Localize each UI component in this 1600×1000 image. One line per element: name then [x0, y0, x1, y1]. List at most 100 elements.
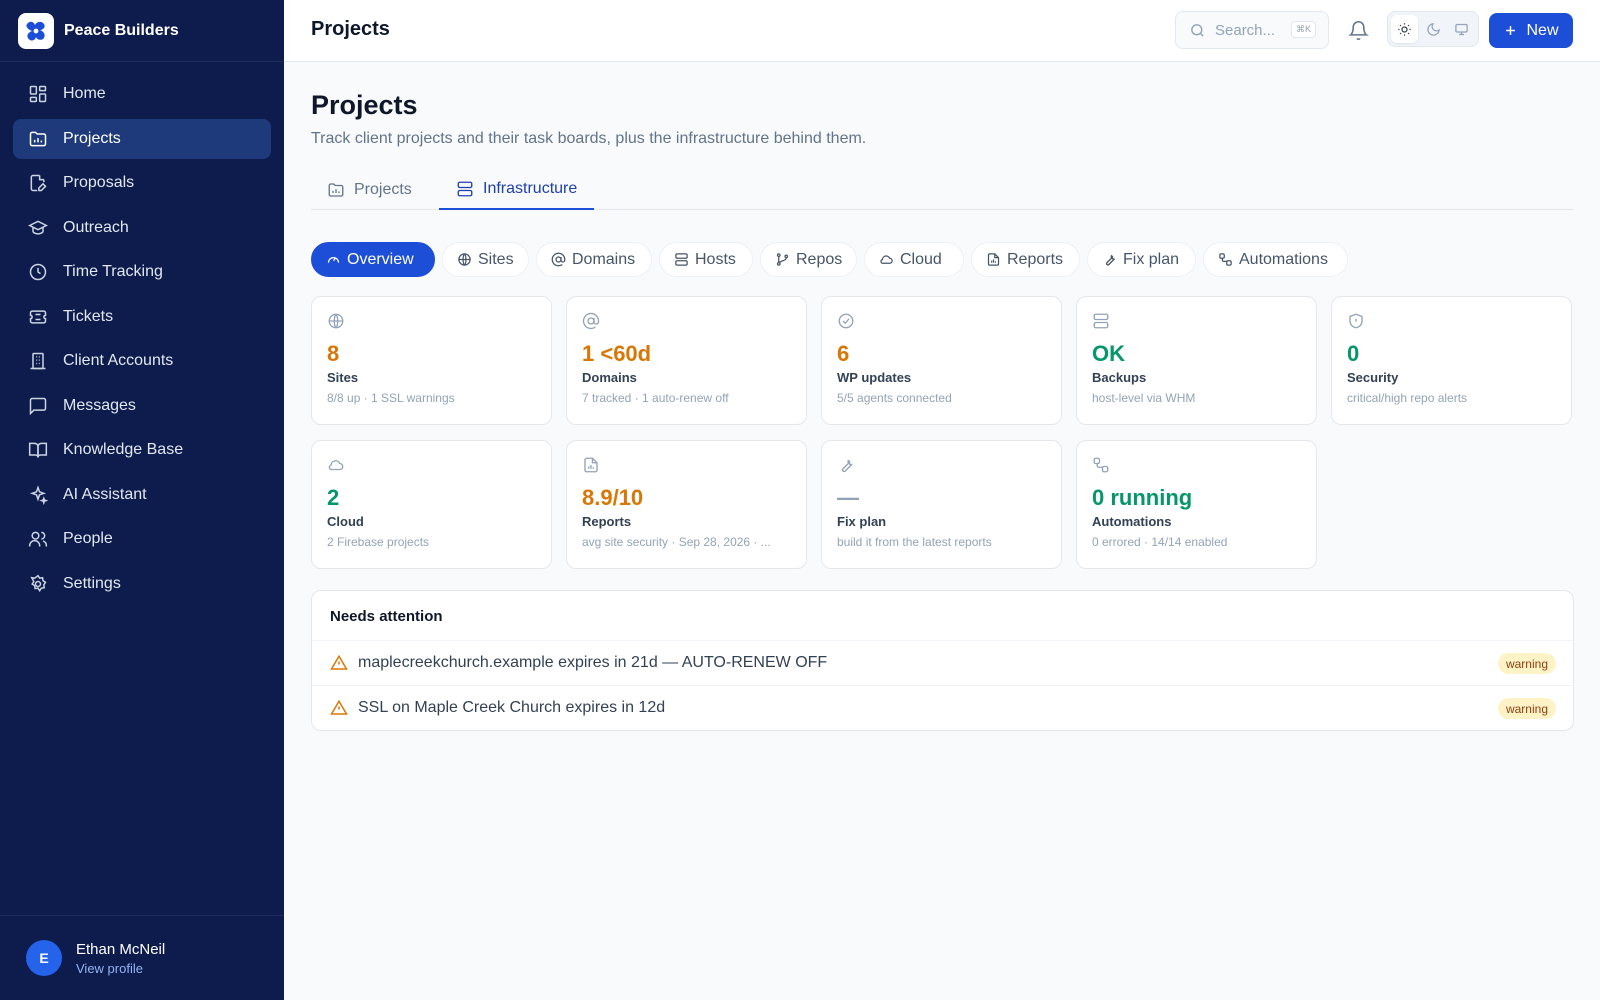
stat-card-cloud[interactable]: 2 Cloud 2 Firebase projects [311, 440, 552, 569]
page-description: Track client projects and their task boa… [311, 130, 867, 147]
new-button[interactable]: New [1489, 13, 1573, 48]
bell-icon[interactable] [1348, 20, 1369, 41]
cloud-icon [879, 252, 894, 267]
monitor-icon[interactable] [1448, 15, 1475, 43]
sidebar-item-label: Projects [63, 129, 121, 147]
sidebar-item-time-tracking[interactable]: Time Tracking [13, 252, 271, 292]
pill-hosts[interactable]: Hosts [659, 242, 753, 277]
cloud-icon [327, 456, 345, 474]
sidebar-item-projects[interactable]: Projects [13, 118, 271, 159]
book-open-icon [27, 439, 49, 461]
pill-sites[interactable]: Sites [442, 242, 529, 277]
stat-card-reports[interactable]: 8.9/10 Reports avg site security · Sep 2… [566, 440, 807, 569]
view-profile-link[interactable]: View profile [76, 961, 165, 976]
sidebar-item-messages[interactable]: Messages [13, 386, 271, 426]
server-icon [1092, 312, 1110, 330]
file-chart-icon [582, 456, 600, 474]
pill-reports[interactable]: Reports [971, 242, 1080, 277]
pill-overview[interactable]: Overview [311, 242, 435, 277]
brand[interactable]: Peace Builders [0, 0, 284, 62]
card-subtext: 2 Firebase projects [327, 535, 430, 549]
card-label: Backups [1092, 370, 1147, 385]
profile-name: Ethan McNeil [76, 940, 166, 958]
card-value: 0 [1347, 341, 1360, 366]
sidebar-item-home[interactable]: Home [13, 74, 271, 114]
wrench-icon [837, 456, 855, 474]
warning-icon [330, 654, 348, 672]
needs-attention-panel: Needs attention maplecreekchurch.example… [311, 590, 1574, 731]
git-branch-icon [775, 252, 790, 267]
tab-projects[interactable]: Projects [327, 170, 412, 210]
gear-icon [27, 573, 49, 595]
card-subtext: 0 errored · 14/14 enabled [1092, 535, 1228, 549]
user-profile[interactable]: E Ethan McNeil View profile [0, 915, 284, 1000]
building-icon [27, 350, 49, 372]
file-pen-icon [27, 172, 49, 194]
pill-fix-plan[interactable]: Fix plan [1087, 242, 1196, 277]
folder-chart-icon [27, 128, 49, 150]
stat-card-fix-plan[interactable]: — Fix plan build it from the latest repo… [821, 440, 1062, 569]
search-placeholder: Search... [1215, 21, 1276, 39]
profile-text: Ethan McNeil View profile [76, 941, 165, 976]
pill-label: Hosts [695, 250, 736, 268]
sidebar-item-tickets[interactable]: Tickets [13, 297, 271, 337]
card-value: 6 [837, 341, 850, 366]
stat-card-wp-updates[interactable]: 6 WP updates 5/5 agents connected [821, 296, 1062, 425]
sun-icon[interactable] [1391, 15, 1418, 43]
pill-repos[interactable]: Repos [760, 242, 857, 277]
avatar: E [26, 940, 62, 976]
sidebar-item-outreach[interactable]: Outreach [13, 208, 271, 248]
card-value: 8 [327, 341, 340, 366]
sidebar-item-knowledge-base[interactable]: Knowledge Base [13, 430, 271, 470]
card-value: 2 [327, 485, 340, 510]
moon-icon[interactable] [1420, 15, 1447, 43]
card-label: WP updates [837, 370, 912, 385]
sidebar-item-label: Time Tracking [63, 263, 163, 280]
server-icon [456, 180, 474, 198]
pill-cloud[interactable]: Cloud [864, 242, 964, 277]
stat-card-domains[interactable]: 1 <60d Domains 7 tracked · 1 auto-renew … [566, 296, 807, 425]
list-item[interactable]: maplecreekchurch.example expires in 21d … [312, 640, 1573, 685]
card-subtext: 8/8 up · 1 SSL warnings [327, 391, 455, 405]
card-label: Security [1347, 370, 1399, 385]
sidebar-item-label: AI Assistant [63, 485, 147, 503]
list-item[interactable]: SSL on Maple Creek Church expires in 12d… [312, 685, 1573, 730]
server-icon [674, 252, 689, 267]
card-subtext: 5/5 agents connected [837, 391, 952, 405]
card-label: Cloud [327, 514, 364, 529]
pill-label: Reports [1007, 250, 1064, 268]
card-label: Reports [582, 514, 632, 529]
stat-card-security[interactable]: 0 Security critical/high repo alerts [1331, 296, 1572, 425]
stat-card-sites[interactable]: 8 Sites 8/8 up · 1 SSL warnings [311, 296, 552, 425]
sidebar-item-settings[interactable]: Settings [13, 564, 271, 604]
search-input[interactable]: Search... ⌘K [1175, 11, 1329, 49]
sparkles-icon [27, 484, 49, 506]
card-label: Domains [582, 370, 637, 385]
stat-card-backups[interactable]: OK Backups host-level via WHM [1076, 296, 1317, 425]
brand-logo-icon [18, 12, 54, 49]
new-button-label: New [1526, 21, 1559, 39]
gauge-icon [326, 252, 341, 267]
card-label: Fix plan [837, 514, 887, 529]
attention-text: maplecreekchurch.example expires in 21d … [358, 654, 828, 671]
pill-domains[interactable]: Domains [536, 242, 652, 277]
card-value: — [837, 485, 859, 510]
sidebar-item-client-accounts[interactable]: Client Accounts [13, 341, 271, 381]
sidebar-item-ai-assistant[interactable]: AI Assistant [13, 475, 271, 515]
tab-label: Projects [354, 181, 412, 198]
users-icon [27, 528, 49, 550]
status-badge: warning [1497, 653, 1556, 674]
tab-infrastructure[interactable]: Infrastructure [439, 170, 595, 210]
main-content: Projects Track client projects and their… [284, 62, 1600, 1000]
at-sign-icon [582, 312, 600, 330]
card-subtext: avg site security · Sep 28, 2026 · ... [582, 535, 771, 549]
workflow-icon [1092, 456, 1110, 474]
stat-card-automations[interactable]: 0 running Automations 0 errored · 14/14 … [1076, 440, 1317, 569]
sidebar-item-proposals[interactable]: Proposals [13, 163, 271, 203]
panel-title: Needs attention [330, 608, 443, 625]
globe-icon [327, 312, 345, 330]
wrench-icon [1102, 252, 1117, 267]
theme-switcher [1387, 11, 1479, 47]
sidebar-item-people[interactable]: People [13, 519, 271, 559]
pill-automations[interactable]: Automations [1203, 242, 1348, 277]
